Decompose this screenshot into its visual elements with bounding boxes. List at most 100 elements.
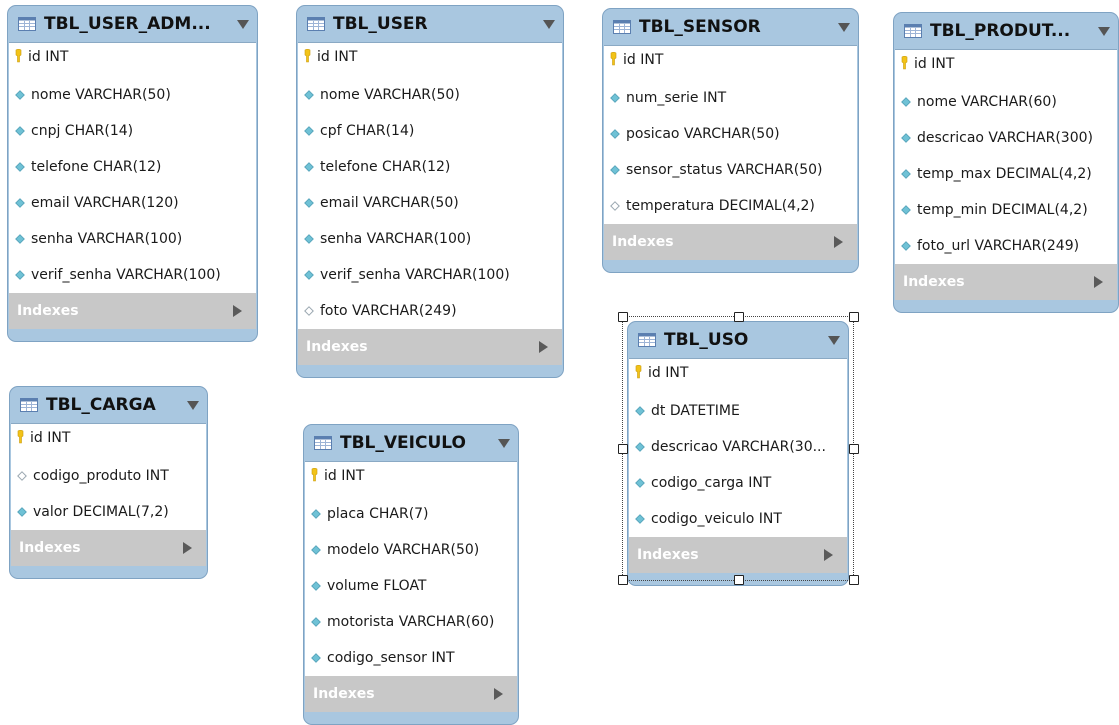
- expand-arrow-icon[interactable]: [824, 549, 833, 561]
- dropdown-icon[interactable]: [237, 19, 249, 29]
- dropdown-icon[interactable]: [543, 19, 555, 29]
- resize-handle-bottom-right[interactable]: [849, 575, 859, 585]
- indexes-section[interactable]: Indexes: [895, 264, 1117, 300]
- column-row[interactable]: verif_senha VARCHAR(100): [9, 257, 256, 293]
- table-tbl-uso[interactable]: TBL_USO id INT dt DATETIME descricao VARCH…: [627, 321, 849, 586]
- resize-handle-top[interactable]: [734, 312, 744, 322]
- column-row[interactable]: cpf CHAR(14): [298, 113, 562, 149]
- column-row[interactable]: nome VARCHAR(50): [298, 77, 562, 113]
- column-row[interactable]: id INT: [895, 55, 1117, 84]
- column-row[interactable]: sensor_status VARCHAR(50): [604, 152, 857, 188]
- column-row[interactable]: email VARCHAR(50): [298, 185, 562, 221]
- column-row[interactable]: senha VARCHAR(100): [298, 221, 562, 257]
- indexes-section[interactable]: Indexes: [298, 329, 562, 365]
- column-row[interactable]: volume FLOAT: [305, 568, 517, 604]
- table-header[interactable]: TBL_VEICULO: [304, 425, 518, 461]
- key-icon: [901, 56, 908, 70]
- column-label: verif_senha VARCHAR(100): [320, 267, 510, 283]
- table-header[interactable]: TBL_SENSOR: [603, 9, 858, 45]
- column-row[interactable]: id INT: [9, 48, 256, 77]
- resize-handle-top-left[interactable]: [618, 312, 628, 322]
- column-label: telefone CHAR(12): [320, 159, 451, 175]
- table-tbl-produto[interactable]: TBL_PRODUT... id INT nome VARCHAR(60) desc…: [893, 12, 1119, 313]
- table-tbl-veiculo[interactable]: TBL_VEICULO id INT placa CHAR(7) modelo VA…: [303, 424, 519, 725]
- dropdown-icon[interactable]: [838, 22, 850, 32]
- indexes-section[interactable]: Indexes: [9, 293, 256, 329]
- dropdown-icon[interactable]: [828, 335, 840, 345]
- hollow-diamond-icon: [17, 471, 27, 481]
- column-row[interactable]: id INT: [11, 429, 206, 458]
- column-row[interactable]: codigo_produto INT: [11, 458, 206, 494]
- column-label: telefone CHAR(12): [31, 159, 162, 175]
- resize-handle-left[interactable]: [618, 444, 628, 454]
- column-row[interactable]: num_serie INT: [604, 80, 857, 116]
- resize-handle-bottom-left[interactable]: [618, 575, 628, 585]
- column-row[interactable]: codigo_carga INT: [629, 465, 847, 501]
- table-icon: [314, 436, 332, 450]
- column-label: verif_senha VARCHAR(100): [31, 267, 221, 283]
- column-row[interactable]: codigo_veiculo INT: [629, 501, 847, 537]
- table-header[interactable]: TBL_USO: [628, 322, 848, 358]
- table-header[interactable]: TBL_CARGA: [10, 387, 207, 423]
- column-row[interactable]: temperatura DECIMAL(4,2): [604, 188, 857, 224]
- column-row[interactable]: nome VARCHAR(60): [895, 84, 1117, 120]
- table-tbl-sensor[interactable]: TBL_SENSOR id INT num_serie INT posicao VA…: [602, 8, 859, 273]
- column-row[interactable]: modelo VARCHAR(50): [305, 532, 517, 568]
- column-row[interactable]: temp_max DECIMAL(4,2): [895, 156, 1117, 192]
- table-tbl-user-admin[interactable]: TBL_USER_ADM... id INT nome VARCHAR(50) cn…: [7, 5, 258, 342]
- column-row[interactable]: motorista VARCHAR(60): [305, 604, 517, 640]
- indexes-section[interactable]: Indexes: [11, 530, 206, 566]
- column-row[interactable]: dt DATETIME: [629, 393, 847, 429]
- dropdown-icon[interactable]: [498, 438, 510, 448]
- column-label: codigo_carga INT: [651, 475, 772, 491]
- expand-arrow-icon[interactable]: [1094, 276, 1103, 288]
- indexes-section[interactable]: Indexes: [604, 224, 857, 260]
- resize-handle-right[interactable]: [849, 444, 859, 454]
- filled-diamond-icon: [901, 241, 911, 251]
- filled-diamond-icon: [901, 205, 911, 215]
- table-header[interactable]: TBL_USER: [297, 6, 563, 42]
- resize-handle-top-right[interactable]: [849, 312, 859, 322]
- table-header[interactable]: TBL_PRODUT...: [894, 13, 1118, 49]
- column-row[interactable]: placa CHAR(7): [305, 496, 517, 532]
- expand-arrow-icon[interactable]: [834, 236, 843, 248]
- column-row[interactable]: email VARCHAR(120): [9, 185, 256, 221]
- expand-arrow-icon[interactable]: [183, 542, 192, 554]
- expand-arrow-icon[interactable]: [539, 341, 548, 353]
- indexes-section[interactable]: Indexes: [305, 676, 517, 712]
- column-row[interactable]: telefone CHAR(12): [9, 149, 256, 185]
- column-row[interactable]: id INT: [604, 51, 857, 80]
- column-row[interactable]: codigo_sensor INT: [305, 640, 517, 676]
- column-row[interactable]: id INT: [629, 364, 847, 393]
- table-title: TBL_USER_ADM...: [44, 14, 211, 34]
- column-row[interactable]: verif_senha VARCHAR(100): [298, 257, 562, 293]
- column-row[interactable]: telefone CHAR(12): [298, 149, 562, 185]
- column-row[interactable]: valor DECIMAL(7,2): [11, 494, 206, 530]
- column-row[interactable]: cnpj CHAR(14): [9, 113, 256, 149]
- column-row[interactable]: temp_min DECIMAL(4,2): [895, 192, 1117, 228]
- table-footer: [304, 712, 518, 724]
- dropdown-icon[interactable]: [187, 400, 199, 410]
- column-label: foto VARCHAR(249): [320, 303, 457, 319]
- table-title: TBL_USER: [333, 14, 428, 34]
- table-tbl-carga[interactable]: TBL_CARGA id INT codigo_produto INT valor …: [9, 386, 208, 579]
- filled-diamond-icon: [635, 514, 645, 524]
- table-tbl-user[interactable]: TBL_USER id INT nome VARCHAR(50) cpf CHAR(…: [296, 5, 564, 378]
- column-row[interactable]: id INT: [298, 48, 562, 77]
- column-row[interactable]: posicao VARCHAR(50): [604, 116, 857, 152]
- expand-arrow-icon[interactable]: [494, 688, 503, 700]
- column-label: sensor_status VARCHAR(50): [626, 162, 823, 178]
- column-row[interactable]: foto VARCHAR(249): [298, 293, 562, 329]
- resize-handle-bottom[interactable]: [734, 575, 744, 585]
- dropdown-icon[interactable]: [1098, 26, 1110, 36]
- indexes-section[interactable]: Indexes: [629, 537, 847, 573]
- column-row[interactable]: foto_url VARCHAR(249): [895, 228, 1117, 264]
- column-row[interactable]: nome VARCHAR(50): [9, 77, 256, 113]
- table-header[interactable]: TBL_USER_ADM...: [8, 6, 257, 42]
- column-label: dt DATETIME: [651, 403, 740, 419]
- expand-arrow-icon[interactable]: [233, 305, 242, 317]
- column-row[interactable]: descricao VARCHAR(30...: [629, 429, 847, 465]
- column-row[interactable]: senha VARCHAR(100): [9, 221, 256, 257]
- column-row[interactable]: id INT: [305, 467, 517, 496]
- column-row[interactable]: descricao VARCHAR(300): [895, 120, 1117, 156]
